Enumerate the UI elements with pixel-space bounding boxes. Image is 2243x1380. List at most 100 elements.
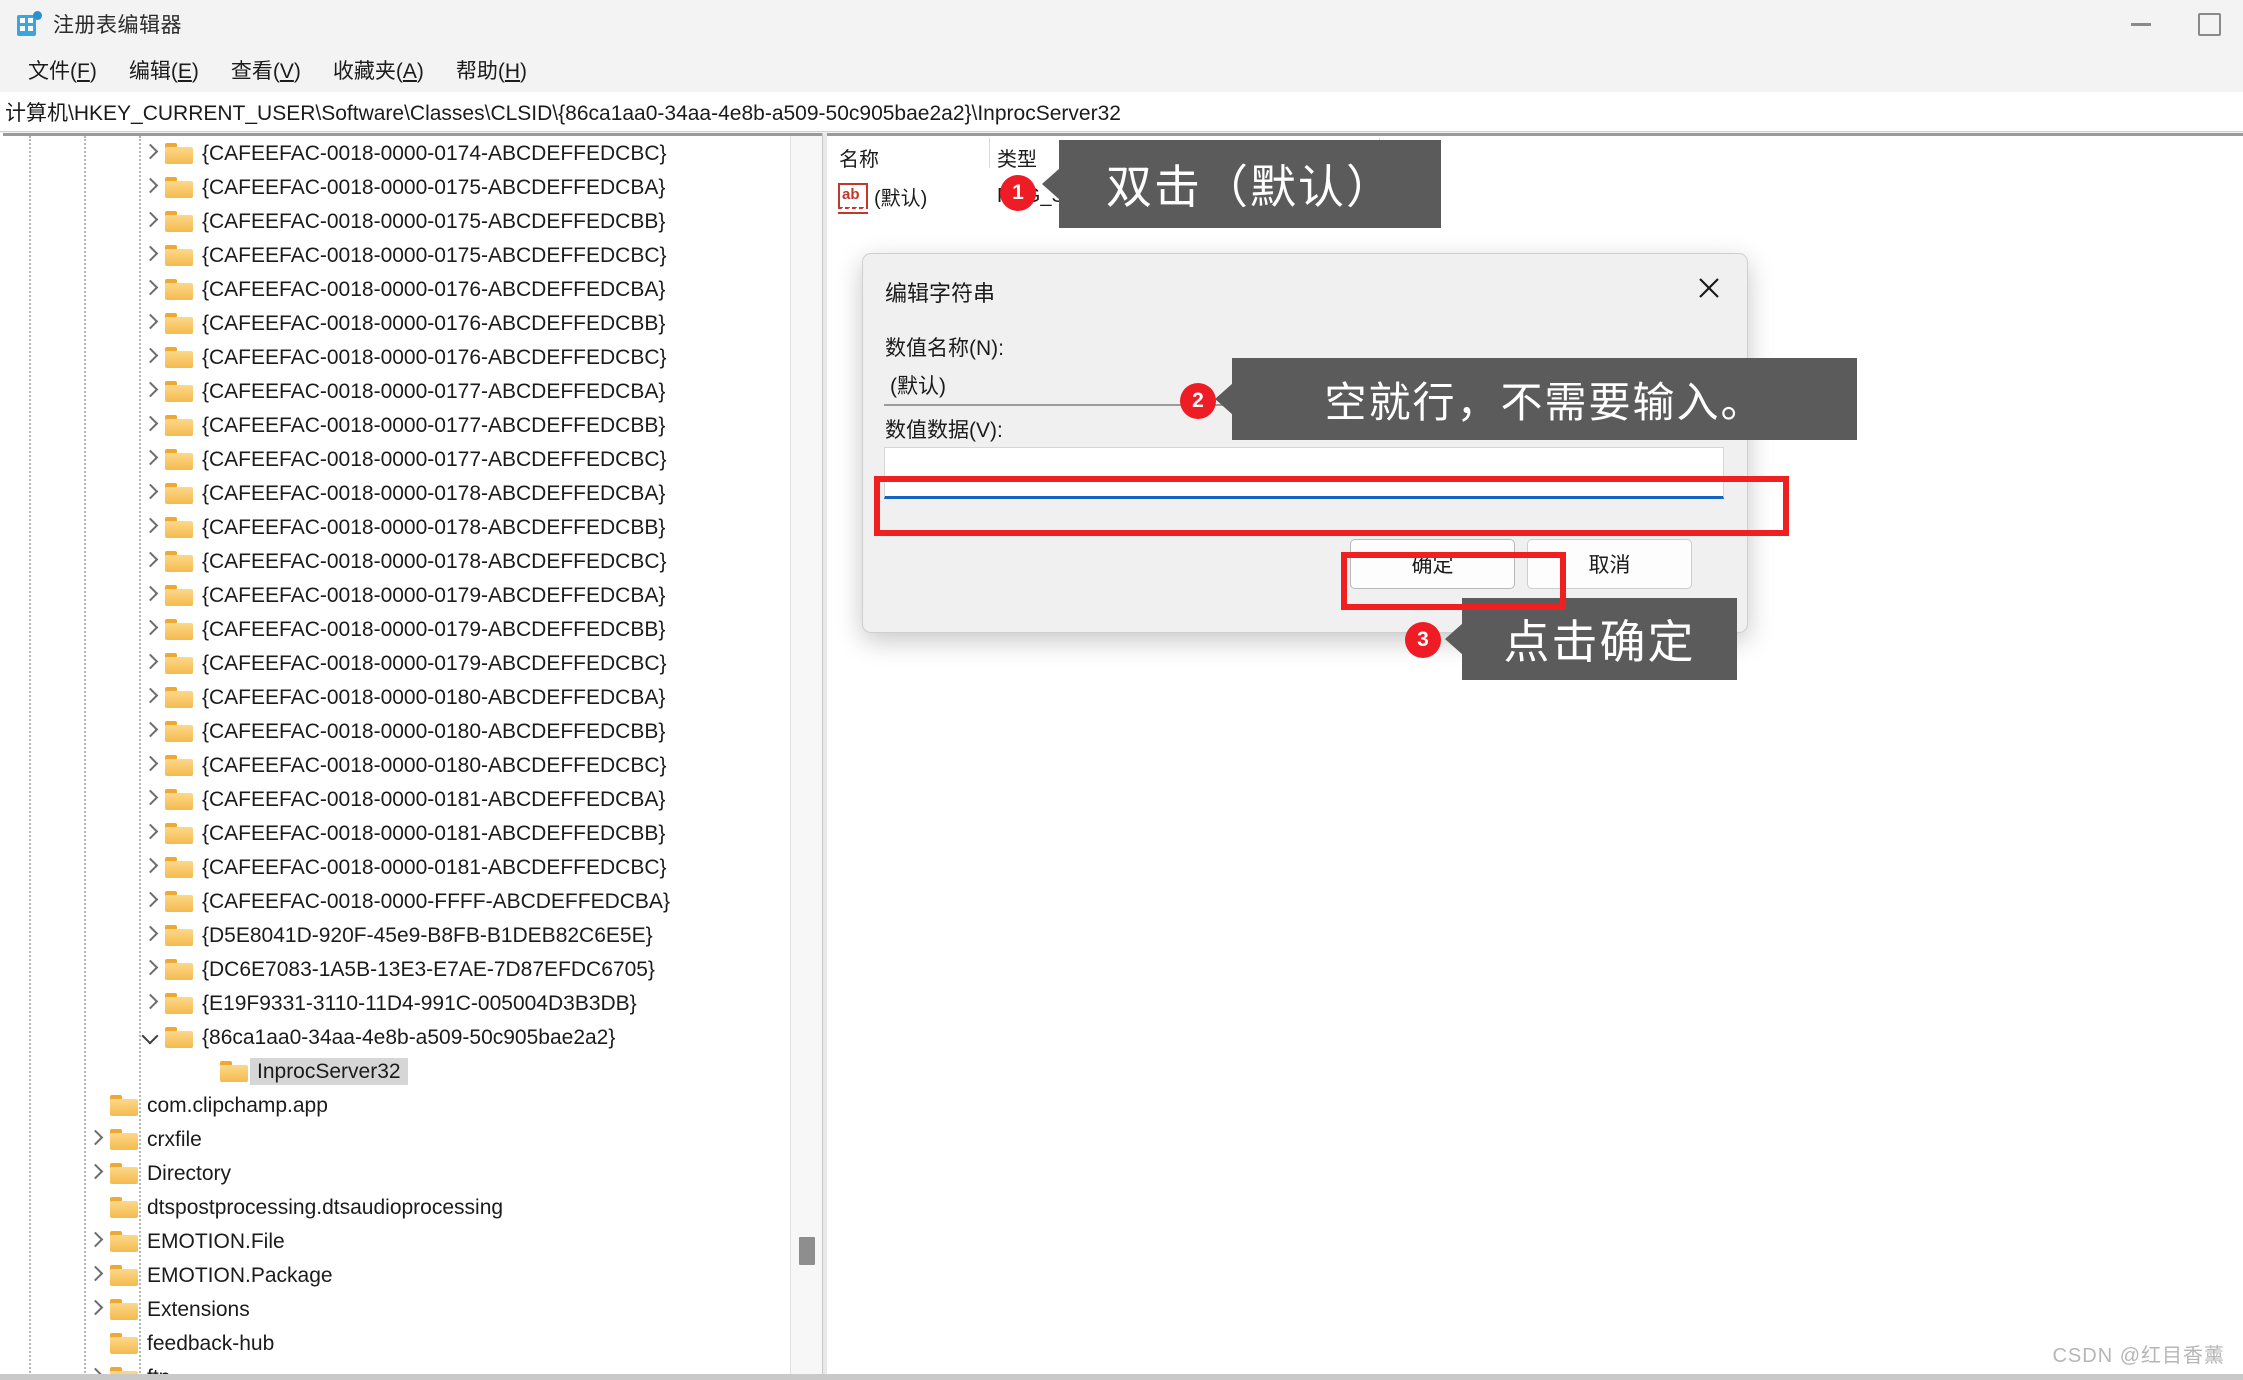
tree-item[interactable]: {CAFEEFAC-0018-0000-0177-ABCDEFFEDCBB} xyxy=(0,408,800,442)
chevron-right-icon[interactable] xyxy=(84,1230,106,1252)
folder-icon xyxy=(165,619,193,640)
tree-item[interactable]: Extensions xyxy=(0,1292,800,1326)
tree-item-label: {CAFEEFAC-0018-0000-0176-ABCDEFFEDCBC} xyxy=(202,347,667,368)
tree-item[interactable]: {CAFEEFAC-0018-0000-0176-ABCDEFFEDCBB} xyxy=(0,306,800,340)
tree-item[interactable]: {CAFEEFAC-0018-0000-0176-ABCDEFFEDCBA} xyxy=(0,272,800,306)
tree-item[interactable]: {CAFEEFAC-0018-0000-0180-ABCDEFFEDCBB} xyxy=(0,714,800,748)
chevron-right-icon[interactable] xyxy=(139,822,161,844)
folder-icon xyxy=(165,517,193,538)
chevron-right-icon[interactable] xyxy=(139,142,161,164)
tree-item[interactable]: EMOTION.File xyxy=(0,1224,800,1258)
chevron-right-icon[interactable] xyxy=(139,482,161,504)
tree-item[interactable]: {CAFEEFAC-0018-0000-0177-ABCDEFFEDCBA} xyxy=(0,374,800,408)
registry-tree-pane[interactable]: {CAFEEFAC-0018-0000-0174-ABCDEFFEDCBC} {C… xyxy=(0,133,822,1380)
tree-item[interactable]: {E19F9331-3110-11D4-991C-005004D3B3DB} xyxy=(0,986,800,1020)
tree-scrollbar-thumb[interactable] xyxy=(799,1237,815,1265)
folder-icon xyxy=(165,551,193,572)
chevron-right-icon[interactable] xyxy=(139,652,161,674)
tree-item-label: {CAFEEFAC-0018-0000-0175-ABCDEFFEDCBB} xyxy=(202,211,665,232)
tree-item[interactable]: {86ca1aa0-34aa-4e8b-a509-50c905bae2a2} xyxy=(0,1020,800,1054)
callout-step-3-text: 点击确定 xyxy=(1504,606,1696,672)
tree-vertical-scrollbar[interactable] xyxy=(790,136,822,1380)
menu-item-help[interactable]: 帮助(H) xyxy=(440,55,543,85)
column-separator-1[interactable] xyxy=(989,138,990,168)
chevron-right-icon[interactable] xyxy=(139,686,161,708)
tree-item[interactable]: EMOTION.Package xyxy=(0,1258,800,1292)
tree-item[interactable]: com.clipchamp.app xyxy=(0,1088,800,1122)
column-header-type[interactable]: 类型 xyxy=(997,143,1037,172)
tree-item-label: {CAFEEFAC-0018-0000-0179-ABCDEFFEDCBA} xyxy=(202,585,665,606)
chevron-right-icon[interactable] xyxy=(139,992,161,1014)
chevron-right-icon[interactable] xyxy=(139,210,161,232)
tree-item[interactable]: {CAFEEFAC-0018-0000-0179-ABCDEFFEDCBA} xyxy=(0,578,800,612)
menu-item-edit[interactable]: 编辑(E) xyxy=(113,55,215,85)
dialog-close-button[interactable] xyxy=(1687,268,1731,308)
tree-item[interactable]: dtspostprocessing.dtsaudioprocessing xyxy=(0,1190,800,1224)
folder-icon xyxy=(165,347,193,368)
chevron-right-icon[interactable] xyxy=(139,958,161,980)
tree-item[interactable]: {CAFEEFAC-0018-0000-0175-ABCDEFFEDCBC} xyxy=(0,238,800,272)
chevron-right-icon[interactable] xyxy=(139,516,161,538)
chevron-right-icon[interactable] xyxy=(84,1162,106,1184)
chevron-down-icon[interactable] xyxy=(139,1026,161,1048)
chevron-right-icon[interactable] xyxy=(139,550,161,572)
minimize-button[interactable] xyxy=(2107,0,2175,48)
tree-item[interactable]: {CAFEEFAC-0018-0000-0181-ABCDEFFEDCBA} xyxy=(0,782,800,816)
tree-item[interactable]: {CAFEEFAC-0018-0000-0181-ABCDEFFEDCBB} xyxy=(0,816,800,850)
chevron-right-icon[interactable] xyxy=(139,244,161,266)
value-row-default[interactable]: ab (默认) REG_SZ xyxy=(827,179,2243,213)
chevron-right-icon[interactable] xyxy=(139,924,161,946)
address-bar[interactable]: 计算机\HKEY_CURRENT_USER\Software\Classes\C… xyxy=(0,92,2243,132)
tree-item[interactable]: feedback-hub xyxy=(0,1326,800,1360)
callout-step-1: 双击（默认） xyxy=(1059,140,1441,228)
folder-icon xyxy=(165,993,193,1014)
chevron-right-icon[interactable] xyxy=(84,1128,106,1150)
tree-item[interactable]: {D5E8041D-920F-45e9-B8FB-B1DEB82C6E5E} xyxy=(0,918,800,952)
tree-item[interactable]: {DC6E7083-1A5B-13E3-E7AE-7D87EFDC6705} xyxy=(0,952,800,986)
tree-item-label: {CAFEEFAC-0018-0000-0176-ABCDEFFEDCBB} xyxy=(202,313,665,334)
chevron-right-icon[interactable] xyxy=(139,414,161,436)
tree-item[interactable]: {CAFEEFAC-0018-0000-0178-ABCDEFFEDCBC} xyxy=(0,544,800,578)
chevron-right-icon[interactable] xyxy=(84,1298,106,1320)
folder-icon xyxy=(110,1197,138,1218)
column-header-name[interactable]: 名称 xyxy=(839,143,879,172)
tree-item[interactable]: {CAFEEFAC-0018-0000-0178-ABCDEFFEDCBA} xyxy=(0,476,800,510)
tree-item[interactable]: {CAFEEFAC-0018-0000-0176-ABCDEFFEDCBC} xyxy=(0,340,800,374)
chevron-right-icon[interactable] xyxy=(139,584,161,606)
tree-item[interactable]: {CAFEEFAC-0018-0000-0180-ABCDEFFEDCBA} xyxy=(0,680,800,714)
chevron-right-icon[interactable] xyxy=(139,856,161,878)
tree-item[interactable]: {CAFEEFAC-0018-0000-0178-ABCDEFFEDCBB} xyxy=(0,510,800,544)
chevron-right-icon[interactable] xyxy=(139,788,161,810)
tree-item[interactable]: {CAFEEFAC-0018-0000-0174-ABCDEFFEDCBC} xyxy=(0,136,800,170)
chevron-right-icon[interactable] xyxy=(139,720,161,742)
tree-item[interactable]: {CAFEEFAC-0018-0000-FFFF-ABCDEFFEDCBA} xyxy=(0,884,800,918)
tree-item[interactable]: crxfile xyxy=(0,1122,800,1156)
registry-editor-window: 注册表编辑器 文件(F) 编辑(E) 查看(V) 收藏夹(A) 帮助(H) 计算… xyxy=(0,0,2243,1380)
chevron-right-icon[interactable] xyxy=(139,618,161,640)
tree-item[interactable]: {CAFEEFAC-0018-0000-0175-ABCDEFFEDCBA} xyxy=(0,170,800,204)
tree-item-label: {CAFEEFAC-0018-0000-0175-ABCDEFFEDCBA} xyxy=(202,177,665,198)
menu-item-favorites[interactable]: 收藏夹(A) xyxy=(317,55,440,85)
tree-item[interactable]: {CAFEEFAC-0018-0000-0181-ABCDEFFEDCBC} xyxy=(0,850,800,884)
maximize-button[interactable] xyxy=(2175,0,2243,48)
menu-item-view[interactable]: 查看(V) xyxy=(215,55,317,85)
tree-item[interactable]: {CAFEEFAC-0018-0000-0175-ABCDEFFEDCBB} xyxy=(0,204,800,238)
chevron-right-icon[interactable] xyxy=(139,278,161,300)
tree-item[interactable]: InprocServer32 xyxy=(0,1054,800,1088)
chevron-right-icon[interactable] xyxy=(139,176,161,198)
tree-item[interactable]: Directory xyxy=(0,1156,800,1190)
chevron-right-icon[interactable] xyxy=(139,312,161,334)
chevron-right-icon[interactable] xyxy=(84,1264,106,1286)
tree-item[interactable]: {CAFEEFAC-0018-0000-0179-ABCDEFFEDCBC} xyxy=(0,646,800,680)
folder-icon xyxy=(165,245,193,266)
tree-item[interactable]: {CAFEEFAC-0018-0000-0177-ABCDEFFEDCBC} xyxy=(0,442,800,476)
chevron-right-icon[interactable] xyxy=(139,890,161,912)
menu-item-file[interactable]: 文件(F) xyxy=(12,55,113,85)
tree-item[interactable]: {CAFEEFAC-0018-0000-0179-ABCDEFFEDCBB} xyxy=(0,612,800,646)
chevron-right-icon[interactable] xyxy=(139,448,161,470)
chevron-right-icon[interactable] xyxy=(139,346,161,368)
chevron-right-icon[interactable] xyxy=(139,754,161,776)
chevron-right-icon[interactable] xyxy=(139,380,161,402)
tree-item[interactable]: {CAFEEFAC-0018-0000-0180-ABCDEFFEDCBC} xyxy=(0,748,800,782)
registry-tree-list[interactable]: {CAFEEFAC-0018-0000-0174-ABCDEFFEDCBC} {C… xyxy=(0,136,800,1380)
